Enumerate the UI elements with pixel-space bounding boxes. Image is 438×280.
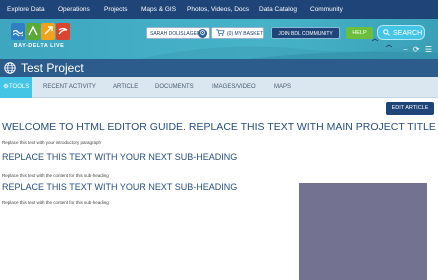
tab-tools[interactable]: TOOLS bbox=[0, 77, 32, 98]
nav-operations[interactable]: Operations bbox=[58, 0, 90, 19]
logo-tile-sun-icon bbox=[41, 23, 55, 40]
sub-heading-content: Replace this text with the content for t… bbox=[2, 173, 109, 178]
menu-icon[interactable]: ☰ bbox=[425, 45, 432, 54]
sub-heading: REPLACE THIS TEXT WITH YOUR NEXT SUB-HEA… bbox=[2, 182, 238, 192]
help-button[interactable]: HELP bbox=[346, 27, 373, 39]
nav-explore-data[interactable]: Explore Data bbox=[7, 0, 45, 19]
header-utility-icons: − ⟳ ☰ bbox=[403, 45, 435, 54]
tab-recent-activity[interactable]: RECENT ACTIVITY bbox=[43, 77, 96, 98]
project-title-bar: Test Project bbox=[0, 59, 438, 77]
edit-article-button[interactable]: EDIT ARTICLE bbox=[386, 102, 434, 115]
logo-tile-water-icon bbox=[11, 23, 25, 40]
tab-tools-label: TOOLS bbox=[9, 84, 30, 90]
sub-heading: REPLACE THIS TEXT WITH YOUR NEXT SUB-HEA… bbox=[2, 152, 238, 162]
nav-community[interactable]: Community bbox=[310, 0, 343, 19]
nav-photos-videos-docs[interactable]: Photos, Videos, Docs bbox=[187, 0, 249, 19]
image-placeholder bbox=[299, 183, 427, 280]
main-project-title: WELCOME TO HTML EDITOR GUIDE. REPLACE TH… bbox=[2, 121, 436, 133]
sub-heading-content: Replace this text with the content for t… bbox=[2, 200, 109, 205]
tab-maps[interactable]: MAPS bbox=[274, 77, 291, 98]
gear-icon[interactable]: ⚙ bbox=[198, 29, 207, 38]
minus-icon[interactable]: − bbox=[403, 45, 408, 54]
nav-projects[interactable]: Projects bbox=[104, 0, 127, 19]
logo-tile-leaf-icon bbox=[26, 23, 40, 40]
search-button[interactable]: SEARCH bbox=[377, 25, 425, 40]
user-name: SARAH DOLISLAGER bbox=[150, 31, 201, 37]
user-menu[interactable]: SARAH DOLISLAGER ⚙ bbox=[146, 27, 210, 39]
tab-article[interactable]: ARTICLE bbox=[113, 77, 138, 98]
my-basket-button[interactable]: (0) MY BASKET bbox=[211, 27, 264, 39]
join-community-button[interactable]: JOIN BDL COMMUNITY bbox=[271, 27, 340, 39]
search-icon bbox=[383, 29, 390, 36]
refresh-icon[interactable]: ⟳ bbox=[413, 45, 420, 54]
search-label: SEARCH bbox=[393, 30, 423, 37]
bay-delta-live-logo[interactable]: BAY-DELTA LIVE bbox=[8, 23, 70, 57]
cart-icon bbox=[216, 29, 225, 36]
top-nav: Explore Data Operations Projects Maps & … bbox=[0, 0, 438, 19]
tab-documents[interactable]: DOCUMENTS bbox=[155, 77, 194, 98]
intro-paragraph: Replace this text with your introductory… bbox=[2, 140, 102, 145]
logo-tile-bird-icon bbox=[56, 23, 70, 40]
basket-label: (0) MY BASKET bbox=[227, 31, 264, 37]
logo-text: BAY-DELTA LIVE bbox=[13, 43, 65, 49]
nav-data-catalog[interactable]: Data Catalog bbox=[259, 0, 297, 19]
page-title: Test Project bbox=[21, 61, 84, 75]
globe-icon bbox=[4, 62, 16, 74]
nav-maps-gis[interactable]: Maps & GIS bbox=[141, 0, 176, 19]
project-tabs: TOOLS RECENT ACTIVITY ARTICLE DOCUMENTS … bbox=[0, 77, 438, 98]
tab-images-video[interactable]: IMAGES/VIDEO bbox=[212, 77, 256, 98]
